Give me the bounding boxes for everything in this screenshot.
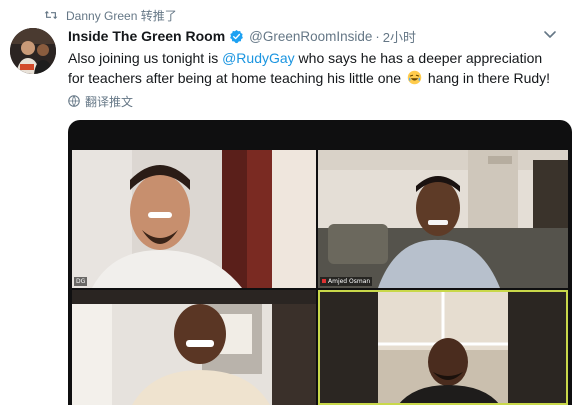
video-tile-active-speaker: [318, 290, 568, 405]
chevron-down-icon[interactable]: [542, 26, 558, 42]
user-handle[interactable]: @GreenRoomInside: [249, 29, 372, 44]
mention-link[interactable]: @RudyGay: [222, 50, 295, 66]
video-frame-2: [318, 150, 568, 288]
video-tile-dg: DG: [72, 150, 316, 288]
display-name[interactable]: Inside The Green Room: [68, 28, 225, 44]
video-frame-4: [318, 290, 568, 405]
participant-label: Amjed Osman: [320, 277, 373, 286]
tweet-timestamp[interactable]: 2小时: [383, 27, 416, 46]
video-tile-amjed-osman: Amjed Osman: [318, 150, 568, 288]
separator-dot: ·: [375, 28, 380, 44]
avatar-image: [10, 28, 56, 74]
retweet-text: Danny Green 转推了: [66, 8, 177, 23]
globe-icon: [68, 95, 80, 107]
video-tile-participant-3: [72, 290, 316, 405]
tweet-text-end: hang in there Rudy!: [423, 70, 551, 86]
laughing-emoji-icon: [407, 70, 422, 85]
retweet-context[interactable]: Danny Green 转推了: [44, 6, 177, 24]
participant-label: DG: [74, 277, 88, 286]
translate-tweet-link[interactable]: 翻译推文: [68, 92, 133, 110]
tweet-text: Also joining us tonight is @RudyGay who …: [68, 48, 562, 88]
avatar[interactable]: [10, 28, 56, 74]
tweet-header: Inside The Green Room @GreenRoomInside ·…: [68, 26, 416, 46]
translate-label: 翻译推文: [85, 94, 134, 109]
verified-badge-icon: [230, 29, 244, 43]
video-frame-3: [72, 290, 316, 405]
tweet-text-start: Also joining us tonight is: [68, 50, 223, 66]
video-frame-1: [72, 150, 316, 288]
retweet-icon: [44, 10, 58, 20]
tweet-media-image[interactable]: DG Amjed Osman: [68, 120, 572, 405]
